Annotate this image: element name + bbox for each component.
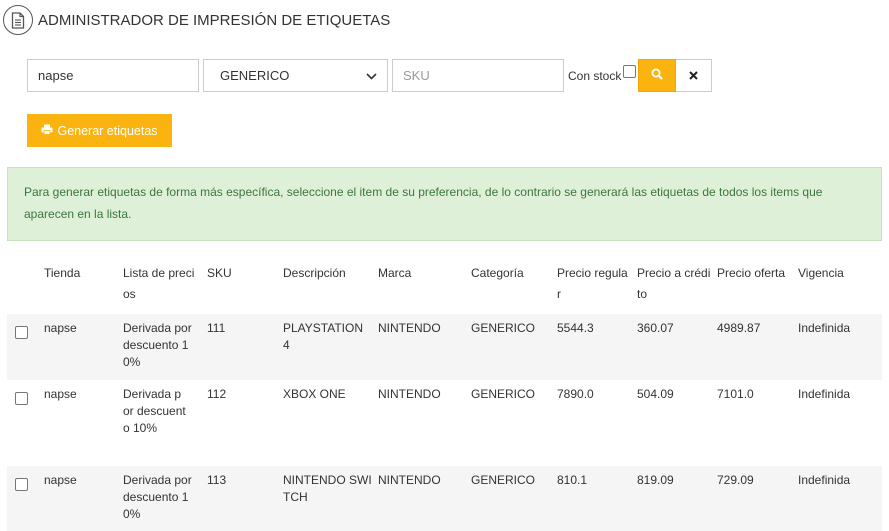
sku-input[interactable]: [392, 59, 564, 92]
cell-category: GENERICO: [471, 321, 536, 335]
category-select[interactable]: GENERICO: [203, 59, 388, 92]
cell-sku: 112: [207, 387, 227, 401]
generate-labels-button[interactable]: Generar etiquetas: [27, 114, 172, 147]
cell-description: PLAYSTATION 4: [283, 321, 364, 352]
header-select: [7, 263, 44, 314]
cell-validity: Indefinida: [798, 473, 851, 487]
cell-validity: Indefinida: [798, 321, 851, 335]
cell-offer-price: 7101.0: [717, 387, 754, 401]
cell-validity: Indefinida: [798, 387, 851, 401]
header-cell: Lista de precios: [123, 266, 195, 301]
store-input[interactable]: [27, 59, 199, 92]
row-checkbox[interactable]: [15, 326, 28, 339]
info-alert: Para generar etiquetas de forma más espe…: [7, 167, 882, 241]
filter-bar: GENERICO Con stock: [27, 59, 713, 92]
table-row[interactable]: napse Derivada por descuento 10% 111 PLA…: [7, 314, 882, 380]
search-button[interactable]: [638, 59, 677, 92]
cell-description: NINTENDO SWITCH: [283, 473, 372, 504]
cell-offer-price: 729.09: [717, 473, 754, 487]
header-cell: Vigencia: [798, 266, 844, 280]
alert-text: Para generar etiquetas de forma más espe…: [24, 185, 823, 221]
cell-store: napse: [44, 473, 77, 487]
search-icon: [651, 67, 664, 85]
cell-sku: 113: [207, 473, 227, 487]
stock-filter[interactable]: Con stock: [568, 59, 637, 92]
header-cell: SKU: [207, 266, 232, 280]
header-cell: Precio regular: [557, 266, 628, 301]
cell-price-list: Derivada por descuento 10%: [123, 387, 186, 435]
clear-button[interactable]: [676, 59, 713, 92]
chevron-down-icon: [366, 68, 377, 83]
row-checkbox[interactable]: [15, 392, 28, 405]
table-row[interactable]: napse Derivada por descuento 10% 112 XBO…: [7, 380, 882, 466]
header-cell: Categoría: [471, 266, 524, 280]
cell-regular-price: 810.1: [557, 473, 588, 487]
cell-offer-price: 4989.87: [717, 321, 761, 335]
stock-checkbox[interactable]: [623, 65, 637, 78]
cell-category: GENERICO: [471, 387, 536, 401]
row-checkbox[interactable]: [15, 478, 28, 491]
page-title: ADMINISTRADOR DE IMPRESIÓN DE ETIQUETAS: [38, 11, 391, 29]
header-cell: Tienda: [44, 266, 81, 280]
cell-store: napse: [44, 387, 77, 401]
page-header: ADMINISTRADOR DE IMPRESIÓN DE ETIQUETAS: [3, 5, 390, 35]
cell-price-list: Derivada por descuento 10%: [123, 473, 192, 521]
cell-brand: NINTENDO: [378, 321, 441, 335]
close-icon: [689, 67, 699, 85]
cell-credit-price: 360.07: [637, 321, 674, 335]
cell-description: XBOX ONE: [283, 387, 346, 401]
cell-sku: 111: [207, 321, 226, 335]
cell-credit-price: 819.09: [637, 473, 674, 487]
cell-regular-price: 5544.3: [557, 321, 594, 335]
labels-table: Tienda Lista de precios SKU Descripción …: [7, 258, 882, 531]
table-row[interactable]: napse Derivada por descuento 10% 113 NIN…: [7, 466, 882, 531]
header-cell: Marca: [378, 266, 412, 280]
cell-regular-price: 7890.0: [557, 387, 594, 401]
table-header: Tienda Lista de precios SKU Descripción …: [7, 258, 882, 314]
cell-credit-price: 504.09: [637, 387, 674, 401]
cell-price-list: Derivada por descuento 10%: [123, 321, 192, 369]
category-select-value: GENERICO: [220, 68, 290, 83]
cell-category: GENERICO: [471, 473, 536, 487]
document-icon: [3, 5, 33, 35]
header-cell: Precio oferta: [717, 266, 786, 280]
header-cell: Precio a crédito: [637, 266, 711, 301]
generate-labels-text: Generar etiquetas: [57, 123, 158, 138]
stock-label: Con stock: [568, 68, 622, 83]
header-cell: Descripción: [283, 266, 346, 280]
cell-brand: NINTENDO: [378, 387, 441, 401]
cell-brand: NINTENDO: [378, 473, 441, 487]
print-icon: [41, 124, 53, 138]
cell-store: napse: [44, 321, 77, 335]
